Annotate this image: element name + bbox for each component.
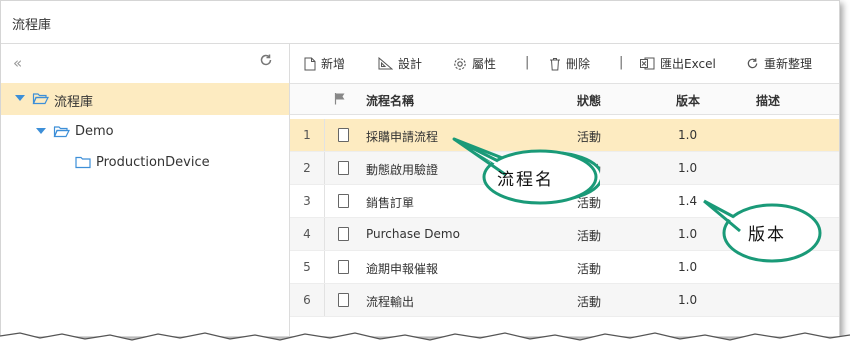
flag-icon <box>334 92 346 108</box>
column-header-name[interactable]: 流程名稱 <box>366 92 414 109</box>
folder-open-icon <box>53 125 70 141</box>
tree-toolbar: « <box>1 44 289 82</box>
properties-button[interactable]: 屬性 <box>453 55 496 72</box>
process-status: 活動 <box>577 130 602 144</box>
grid-header: 流程名稱 狀態 版本 描述 <box>290 84 839 115</box>
delete-button[interactable]: 刪除 <box>549 55 590 72</box>
process-name: 動態啟用驗證 <box>366 163 439 177</box>
double-chevron-left-icon[interactable]: « <box>13 54 22 72</box>
trash-icon <box>550 57 560 70</box>
expand-arrow-icon[interactable] <box>15 95 25 101</box>
process-status: 活動 <box>577 196 602 210</box>
process-status: 活動 <box>577 163 602 177</box>
table-row[interactable]: 1 採購申請流程 活動 1.0 <box>290 119 839 152</box>
expand-arrow-icon[interactable] <box>36 128 46 134</box>
column-header-description[interactable]: 描述 <box>756 92 780 109</box>
process-grid: 新增 設計 屬性 | 刪除 | 匯出Excel 重新整理 流程名稱 狀態 版本 … <box>290 44 839 336</box>
process-version: 1.0 <box>678 227 698 241</box>
refresh-icon <box>747 58 758 69</box>
tree-node-demo[interactable]: Demo <box>1 116 289 148</box>
row-index: 5 <box>290 251 325 283</box>
tree-node-label: 流程庫 <box>54 95 94 110</box>
export-excel-button[interactable]: 匯出Excel <box>640 55 716 72</box>
document-icon <box>338 161 349 175</box>
design-ruler-icon <box>378 57 393 70</box>
process-version: 1.0 <box>678 293 698 307</box>
row-index: 3 <box>290 185 325 217</box>
process-version: 1.0 <box>678 128 698 142</box>
tree-node-root[interactable]: 流程庫 <box>1 83 289 115</box>
process-name: Purchase Demo <box>366 227 460 241</box>
table-row[interactable]: 3 銷售訂單 活動 1.4 <box>290 185 839 218</box>
reorganize-button[interactable]: 重新整理 <box>746 55 812 72</box>
row-index: 1 <box>290 119 325 151</box>
row-index: 6 <box>290 284 325 316</box>
toolbar-divider: | <box>525 55 530 70</box>
tree-panel: « 流程庫 Demo ProductionDevice <box>1 44 290 336</box>
design-button[interactable]: 設計 <box>378 55 422 72</box>
column-header-status[interactable]: 狀態 <box>577 92 601 109</box>
document-icon <box>338 227 349 241</box>
window: 流程庫 « 流程庫 Demo ProductionDevice 新增 設計 屬性… <box>0 0 840 337</box>
tree-node-label: Demo <box>75 124 114 139</box>
folder-open-icon <box>32 92 49 108</box>
process-status: 活動 <box>577 262 602 276</box>
tree-node-productiondevice[interactable]: ProductionDevice <box>1 147 289 179</box>
process-status: 活動 <box>577 229 602 243</box>
column-header-version[interactable]: 版本 <box>676 92 700 109</box>
process-version: 1.4 <box>678 194 698 208</box>
new-document-icon <box>304 57 316 70</box>
excel-icon <box>640 57 655 70</box>
refresh-icon[interactable] <box>259 53 273 70</box>
folder-icon <box>75 156 91 172</box>
grid-toolbar: 新增 設計 屬性 | 刪除 | 匯出Excel 重新整理 <box>290 44 839 84</box>
process-name: 逾期申報催報 <box>366 262 439 276</box>
document-icon <box>338 194 349 208</box>
document-icon <box>338 293 349 307</box>
process-status: 活動 <box>577 295 602 309</box>
row-index: 2 <box>290 152 325 184</box>
title-bar: 流程庫 <box>1 1 839 44</box>
process-name: 銷售訂單 <box>366 196 415 210</box>
document-icon <box>338 128 349 142</box>
gear-icon <box>454 57 466 70</box>
tree-node-label: ProductionDevice <box>96 155 210 170</box>
process-version: 1.0 <box>678 161 698 175</box>
window-title: 流程庫 <box>12 18 52 33</box>
name-callout-label: 流程名 <box>497 170 554 190</box>
document-icon <box>338 260 349 274</box>
table-row[interactable]: 5 逾期申報催報 活動 1.0 <box>290 251 839 284</box>
table-row[interactable]: 2 動態啟用驗證 活動 1.0 <box>290 152 839 185</box>
row-index: 4 <box>290 218 325 250</box>
table-row[interactable]: 6 流程輸出 活動 1.0 <box>290 284 839 317</box>
process-name: 流程輸出 <box>366 295 415 309</box>
process-name: 採購申請流程 <box>366 130 439 144</box>
process-version: 1.0 <box>678 260 698 274</box>
new-button[interactable]: 新增 <box>304 55 345 72</box>
toolbar-divider: | <box>619 55 624 70</box>
torn-edge <box>0 332 850 349</box>
version-callout-label: 版本 <box>748 225 786 245</box>
